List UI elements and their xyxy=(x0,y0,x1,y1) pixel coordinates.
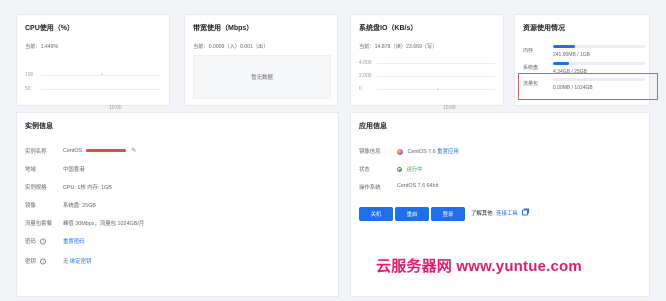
bandwidth-empty-text: 暂无数据 xyxy=(251,75,273,81)
cpu-usage-card: CPU使用（%） 当前：1.449% 100 50 10:00 xyxy=(16,14,170,111)
cpu-current-value: 当前：1.449% xyxy=(25,44,59,50)
cpu-usage-title: CPU使用（%） xyxy=(25,25,75,32)
disk-io-gridline xyxy=(377,76,495,77)
image-info-row: 镜像信息 CentOS 7.6 重置应用 xyxy=(359,147,659,161)
instance-name-value: CentOS xyxy=(63,148,83,154)
status-key: 状态 xyxy=(359,167,370,173)
reset-password-link[interactable]: 重置密码 xyxy=(63,239,85,245)
image-row: 镜像 系统盘: 25GB xyxy=(25,201,325,215)
centos-icon xyxy=(397,148,403,155)
system-disk-label: 系统盘 xyxy=(523,65,539,71)
keypair-key: 密钥 xyxy=(25,259,36,265)
keypair-prefix: 无 xyxy=(63,259,69,265)
status-value: 运行中 xyxy=(406,167,423,173)
traffic-highlight-box xyxy=(518,73,658,100)
region-key: 地域 xyxy=(25,167,36,173)
instance-name-row: 实例名称 CentOS ✎ xyxy=(25,147,325,161)
traffic-package-plan-row: 流量包套餐 峰值 30Mbps，流量包 1024GB/月 xyxy=(25,219,325,233)
image-key: 镜像 xyxy=(25,203,36,209)
info-icon: i xyxy=(40,258,47,265)
memory-label: 内存 xyxy=(523,48,534,54)
reset-app-link[interactable]: 重置应用 xyxy=(437,149,459,155)
cpu-gridline xyxy=(41,75,161,76)
more-tools-label: 了解其他 xyxy=(471,211,493,217)
external-link-icon[interactable] xyxy=(522,208,530,216)
bandwidth-usage-title: 带宽使用（Mbps） xyxy=(193,25,254,32)
cpu-gridline xyxy=(41,89,161,90)
disk-io-x-label: 10:00 xyxy=(443,105,456,111)
instance-spec-key: 实例规格 xyxy=(25,185,47,191)
login-button[interactable]: 登录 xyxy=(431,207,465,221)
os-value: CentOS 7.6 64bit xyxy=(397,183,439,189)
image-info-value-wrap: CentOS 7.6 重置应用 xyxy=(397,147,459,155)
shutdown-button[interactable]: 关机 xyxy=(359,207,393,221)
app-info-title: 应用信息 xyxy=(359,123,387,130)
cpu-y-label-100: 100 xyxy=(25,72,34,78)
disk-io-title: 系统盘IO（KB/s） xyxy=(359,25,418,32)
disk-io-data-point xyxy=(437,88,439,90)
keypair-row: 密钥 i 无 绑定密钥 xyxy=(25,257,325,271)
disk-io-y-label-0: 0 xyxy=(359,86,362,92)
memory-progress-bar xyxy=(553,45,645,48)
more-tools-link: 了解其他 连接工具 xyxy=(471,208,530,217)
status-value-wrap: 运行中 xyxy=(397,165,423,173)
redacted-text xyxy=(85,149,126,153)
disk-io-gridline xyxy=(377,63,495,64)
image-value: 系统盘: 25GB xyxy=(63,203,96,209)
keypair-action-wrap: 无 绑定密钥 xyxy=(63,257,91,265)
restart-button[interactable]: 重启 xyxy=(395,207,429,221)
image-info-key: 镜像信息 xyxy=(359,149,381,155)
bandwidth-empty-state: 暂无数据 xyxy=(193,55,331,99)
info-icon: i xyxy=(40,238,47,245)
os-row: 操作系统 CentOS 7.6 64bit xyxy=(359,183,659,197)
password-key: 密码 xyxy=(25,239,36,245)
system-disk-progress-fill xyxy=(553,62,569,65)
instance-name-value-wrap: CentOS ✎ xyxy=(63,147,136,154)
disk-io-gridline xyxy=(377,89,495,90)
traffic-package-plan-value: 峰值 30Mbps，流量包 1024GB/月 xyxy=(63,221,145,227)
resource-usage-title: 资源使用情况 xyxy=(523,25,565,32)
connect-tools-link[interactable]: 连接工具 xyxy=(496,211,518,217)
keypair-key-wrap: 密钥 i xyxy=(25,257,47,265)
memory-value: 241.90MB / 1GB xyxy=(553,52,590,58)
status-row: 状态 运行中 xyxy=(359,165,659,179)
cpu-data-point xyxy=(101,73,103,75)
memory-progress-fill xyxy=(553,45,576,48)
region-value: 中国香港 xyxy=(63,167,85,173)
region-row: 地域 中国香港 xyxy=(25,165,325,179)
bind-key-link[interactable]: 绑定密钥 xyxy=(70,259,92,265)
cpu-x-label: 10:00 xyxy=(109,105,122,111)
bandwidth-current-value: 当前：0.0009（入）0.001（出） xyxy=(193,44,269,50)
password-key-wrap: 密码 i xyxy=(25,237,47,245)
watermark-text: 云服务器网 www.yuntue.com xyxy=(376,258,582,275)
bandwidth-usage-card: 带宽使用（Mbps） 当前：0.0009（入）0.001（出） 暂无数据 xyxy=(184,14,338,106)
disk-io-current-value: 当前：14.878（读）23.669（写） xyxy=(359,44,438,50)
instance-spec-value: CPU: 1核 内存: 1GB xyxy=(63,185,112,191)
pencil-icon[interactable]: ✎ xyxy=(131,147,136,154)
instance-info-card: 实例信息 实例名称 CentOS ✎ 地域 中国香港 实例规格 CPU: 1核 … xyxy=(16,112,339,297)
traffic-package-plan-key: 流量包套餐 xyxy=(25,221,52,227)
instance-name-key: 实例名称 xyxy=(25,149,47,155)
image-info-value: CentOS 7.6 xyxy=(407,149,436,155)
instance-info-title: 实例信息 xyxy=(25,123,53,130)
password-action-wrap: 重置密码 xyxy=(63,237,85,245)
running-status-icon xyxy=(397,167,402,173)
os-key: 操作系统 xyxy=(359,185,381,191)
cpu-y-label-50: 50 xyxy=(25,86,31,92)
memory-usage-row: 内存 241.90MB / 1GB xyxy=(523,45,645,63)
disk-io-card: 系统盘IO（KB/s） 当前：14.878（读）23.669（写） 4,000 … xyxy=(350,14,504,111)
instance-spec-row: 实例规格 CPU: 1核 内存: 1GB xyxy=(25,183,325,197)
disk-io-y-label-2000: 2,000 xyxy=(359,73,372,79)
disk-io-y-label-4000: 4,000 xyxy=(359,60,372,66)
system-disk-progress-bar xyxy=(553,62,645,65)
password-row: 密码 i 重置密码 xyxy=(25,237,325,251)
